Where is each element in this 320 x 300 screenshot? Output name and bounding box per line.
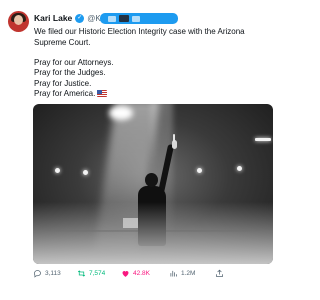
stage-light-icon bbox=[83, 170, 88, 175]
tweet-line: Pray for the Judges. bbox=[34, 68, 106, 77]
views-icon bbox=[170, 270, 177, 277]
tweet-photo[interactable] bbox=[33, 104, 273, 264]
share-icon bbox=[216, 269, 223, 277]
stage-fog bbox=[33, 202, 273, 264]
tweet-line: Pray for America. bbox=[34, 89, 96, 98]
verified-badge-icon: ✓ bbox=[75, 13, 85, 23]
head bbox=[145, 173, 158, 187]
retweet-count: 7,574 bbox=[89, 270, 106, 277]
views-button[interactable]: 1.2M bbox=[169, 269, 195, 278]
stage-light-icon bbox=[197, 168, 202, 173]
overlay-box-icon bbox=[132, 15, 140, 22]
spotlight-icon bbox=[109, 106, 133, 120]
heart-icon bbox=[122, 271, 129, 277]
stage-light-icon bbox=[237, 166, 242, 171]
avatar-face bbox=[14, 15, 23, 25]
reply-icon bbox=[34, 270, 41, 278]
tweet-text: We filed our Historic Election Integrity… bbox=[34, 27, 274, 100]
tweet-line: We filed our Historic Election Integrity… bbox=[34, 27, 245, 47]
reply-button[interactable]: 3,113 bbox=[33, 269, 61, 278]
retweet-button[interactable]: 7,574 bbox=[77, 269, 105, 278]
action-bar: 3,113 7,574 42.8K 1.2M bbox=[33, 269, 273, 281]
pointing-finger bbox=[173, 134, 175, 142]
stage-light-icon bbox=[255, 138, 271, 141]
reply-count: 3,113 bbox=[45, 270, 61, 277]
share-button[interactable] bbox=[215, 269, 224, 278]
header-overlay-banner bbox=[100, 13, 178, 24]
overlay-thumbnail-icon bbox=[119, 15, 129, 22]
tweet-card[interactable]: Kari Lake ✓ @KariLa We filed our Histori… bbox=[0, 0, 300, 300]
retweet-icon bbox=[77, 270, 86, 277]
tweet-line: Pray for our Attorneys. bbox=[34, 57, 114, 67]
stage-light-icon bbox=[55, 168, 60, 173]
author-name[interactable]: Kari Lake bbox=[34, 13, 72, 23]
us-flag-icon bbox=[97, 90, 108, 97]
avatar[interactable] bbox=[8, 11, 29, 32]
overlay-box-icon bbox=[108, 15, 116, 22]
views-count: 1.2M bbox=[181, 270, 196, 277]
like-button[interactable]: 42.8K bbox=[121, 269, 150, 278]
tweet-line: Pray for Justice. bbox=[34, 78, 92, 88]
like-count: 42.8K bbox=[133, 270, 150, 277]
tweet-line-last: Pray for America. bbox=[34, 89, 274, 100]
